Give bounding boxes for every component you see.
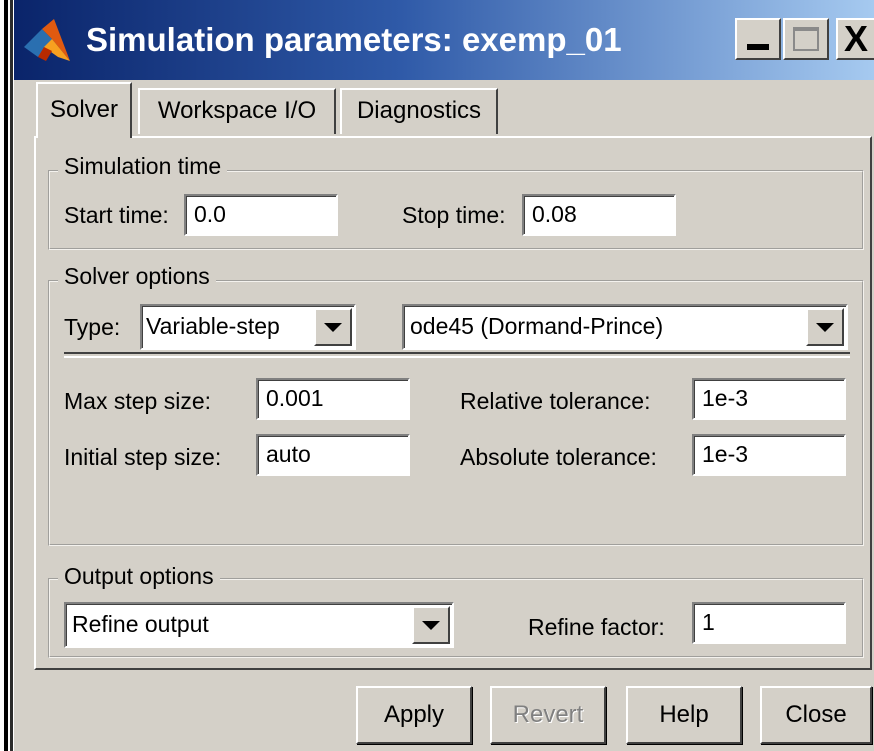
start-time-label: Start time: [64, 202, 169, 228]
start-time-input[interactable]: 0.0 [184, 194, 338, 236]
solver-type-value: Variable-step [146, 313, 280, 339]
output-mode-value: Refine output [72, 611, 209, 637]
desktop-edge [0, 0, 14, 751]
max-step-size-input[interactable]: 0.001 [256, 378, 410, 420]
revert-button[interactable]: Revert [490, 686, 606, 744]
stop-time-input[interactable]: 0.08 [522, 194, 676, 236]
solver-type-select[interactable]: Variable-step [140, 304, 356, 350]
solver-method-select[interactable]: ode45 (Dormand-Prince) [402, 304, 848, 350]
output-mode-dropdown-button[interactable] [412, 606, 450, 644]
solver-method-value: ode45 (Dormand-Prince) [410, 313, 664, 339]
separator [64, 352, 850, 358]
edge-line [4, 0, 8, 751]
simulation-time-label: Simulation time [58, 152, 228, 180]
maximize-icon [793, 27, 819, 51]
stop-time-label: Stop time: [402, 202, 506, 228]
chevron-down-icon [422, 621, 440, 630]
window-title: Simulation parameters: exemp_01 [86, 21, 622, 58]
output-mode-select[interactable]: Refine output [64, 602, 454, 648]
close-icon: X [844, 18, 869, 59]
maximize-button[interactable] [783, 18, 829, 60]
tab-diagnostics[interactable]: Diagnostics [340, 88, 498, 134]
chevron-down-icon [324, 323, 342, 332]
refine-factor-input[interactable]: 1 [692, 602, 846, 644]
apply-button[interactable]: Apply [356, 686, 472, 744]
matlab-logo-icon [24, 19, 70, 61]
relative-tolerance-input[interactable]: 1e-3 [692, 378, 846, 420]
output-options-label: Output options [58, 562, 220, 590]
initial-step-size-input[interactable]: auto [256, 434, 410, 476]
edge-line [10, 0, 13, 751]
help-button[interactable]: Help [626, 686, 742, 744]
type-label: Type: [64, 314, 121, 340]
refine-factor-label: Refine factor: [528, 614, 665, 640]
chevron-down-icon [816, 323, 834, 332]
max-step-size-label: Max step size: [64, 388, 211, 414]
solver-options-label: Solver options [58, 262, 216, 290]
close-button[interactable]: Close [760, 686, 872, 744]
solver-type-dropdown-button[interactable] [314, 308, 352, 346]
absolute-tolerance-label: Absolute tolerance: [460, 444, 657, 470]
tab-solver[interactable]: Solver [36, 82, 132, 138]
relative-tolerance-label: Relative tolerance: [460, 388, 651, 414]
tab-workspace-io[interactable]: Workspace I/O [138, 88, 336, 134]
minimize-icon [747, 44, 769, 50]
solver-method-dropdown-button[interactable] [806, 308, 844, 346]
absolute-tolerance-input[interactable]: 1e-3 [692, 434, 846, 476]
minimize-button[interactable] [735, 18, 781, 60]
close-window-button[interactable]: X [836, 18, 874, 60]
initial-step-size-label: Initial step size: [64, 444, 222, 470]
